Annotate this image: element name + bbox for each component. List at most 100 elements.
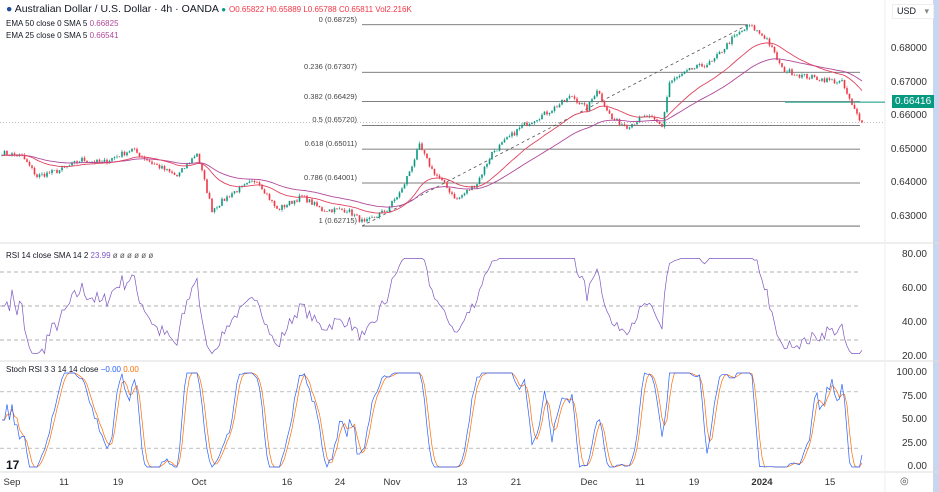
candle-body xyxy=(413,159,416,167)
candle-body xyxy=(348,209,351,212)
candle-body xyxy=(403,184,406,189)
candle-body xyxy=(133,148,136,150)
candle-body xyxy=(716,54,718,59)
candle-body xyxy=(433,168,436,175)
chart-canvas[interactable] xyxy=(0,0,939,492)
candle-body xyxy=(238,186,241,193)
candle-body xyxy=(676,77,678,79)
candle-body xyxy=(761,33,763,36)
candle-body xyxy=(753,25,756,31)
candle-body xyxy=(856,108,858,114)
candle-body xyxy=(533,121,536,123)
candle-body xyxy=(316,202,318,207)
stoch-axis-label: 75.00 xyxy=(901,390,927,402)
ema25-legend[interactable]: EMA 25 close 0 SMA 5 0.66541 xyxy=(6,31,119,40)
price-axis-label: 0.68000 xyxy=(890,43,927,54)
candle-body xyxy=(163,166,166,170)
candle-body xyxy=(361,219,363,222)
candle-body xyxy=(853,104,856,109)
symbol-header: ● Australian Dollar / U.S. Dollar · 4h ·… xyxy=(6,3,412,15)
candle-body xyxy=(436,174,438,176)
candle-body xyxy=(496,150,498,152)
candle-body xyxy=(691,67,693,70)
candle-body xyxy=(488,159,491,165)
ohlc-low: L0.65788 xyxy=(303,5,337,14)
candle-body xyxy=(718,52,721,55)
candle-body xyxy=(803,74,806,75)
candle-body xyxy=(781,63,783,68)
fib-level-label: 0 (0.68725) xyxy=(318,14,357,24)
candle-body xyxy=(13,153,16,155)
time-axis-label: 11 xyxy=(635,477,645,488)
candle-body xyxy=(388,206,391,212)
candle-body xyxy=(161,166,163,169)
candle-body xyxy=(288,200,291,206)
candle-body xyxy=(848,93,851,99)
candle-body xyxy=(111,158,113,161)
rsi-axis-label: 20.00 xyxy=(901,351,927,362)
candle-body xyxy=(543,111,546,115)
candle-body xyxy=(448,187,451,193)
candle-body xyxy=(318,206,321,208)
candle-body xyxy=(688,67,691,71)
candle-body xyxy=(806,74,808,79)
candle-body xyxy=(531,122,533,124)
candle-body xyxy=(838,80,841,83)
candle-body xyxy=(493,150,496,152)
time-axis-label: Oct xyxy=(191,477,207,488)
candle-body xyxy=(158,164,161,169)
candle-body xyxy=(453,194,456,199)
candle-body xyxy=(253,180,256,183)
stoch-legend[interactable]: Stoch RSI 3 3 14 14 close −0.00 0.00 xyxy=(6,365,139,374)
candle-body xyxy=(321,207,323,212)
candle-body xyxy=(771,45,773,47)
candle-body xyxy=(738,32,741,35)
candle-body xyxy=(171,171,173,173)
candle-body xyxy=(798,74,801,78)
candle-body xyxy=(373,217,376,218)
candle-body xyxy=(86,160,88,163)
candle-body xyxy=(686,70,688,72)
time-axis-label: 16 xyxy=(281,477,293,488)
candle-body xyxy=(271,199,273,201)
candle-body xyxy=(626,125,628,129)
candle-body xyxy=(636,122,638,125)
candle-body xyxy=(331,209,333,213)
candle-body xyxy=(421,143,423,151)
candle-body xyxy=(276,206,278,209)
candle-body xyxy=(281,205,283,210)
candle-body xyxy=(363,219,366,222)
candle-body xyxy=(736,34,738,36)
candle-body xyxy=(181,168,183,173)
stoch-axis-label: 100.00 xyxy=(896,367,927,378)
candle-body xyxy=(723,49,726,53)
time-axis-label: Sep xyxy=(3,477,21,488)
candle-body xyxy=(408,171,411,177)
candle-body xyxy=(203,170,206,180)
time-axis-label: 13 xyxy=(456,477,468,488)
candle-body xyxy=(343,209,346,213)
rsi-legend[interactable]: RSI 14 close SMA 14 2 23.99 ø ø ø ø ø ø xyxy=(6,251,153,260)
candle-body xyxy=(213,208,216,213)
fib-level-label: 0.5 (0.65720) xyxy=(312,115,357,125)
candle-body xyxy=(816,76,818,81)
candle-body xyxy=(678,75,681,78)
candle-body xyxy=(246,182,248,185)
candle-body xyxy=(326,211,328,212)
candle-body xyxy=(156,164,158,165)
candle-body xyxy=(183,168,186,169)
candle-body xyxy=(138,152,141,157)
candle-body xyxy=(128,151,131,153)
candle-body xyxy=(598,90,601,94)
candle-body xyxy=(396,197,398,200)
currency-select[interactable]: USD ▾ xyxy=(892,4,934,19)
candle-body xyxy=(303,195,306,197)
candle-body xyxy=(311,199,313,205)
candle-body xyxy=(211,198,213,213)
candle-body xyxy=(603,101,606,107)
candle-body xyxy=(236,191,238,193)
candle-body xyxy=(228,196,231,198)
candle-body xyxy=(516,129,518,136)
ema50-legend[interactable]: EMA 50 close 0 SMA 5 0.66825 xyxy=(6,19,119,28)
settings-icon[interactable]: ◎ xyxy=(900,476,909,487)
